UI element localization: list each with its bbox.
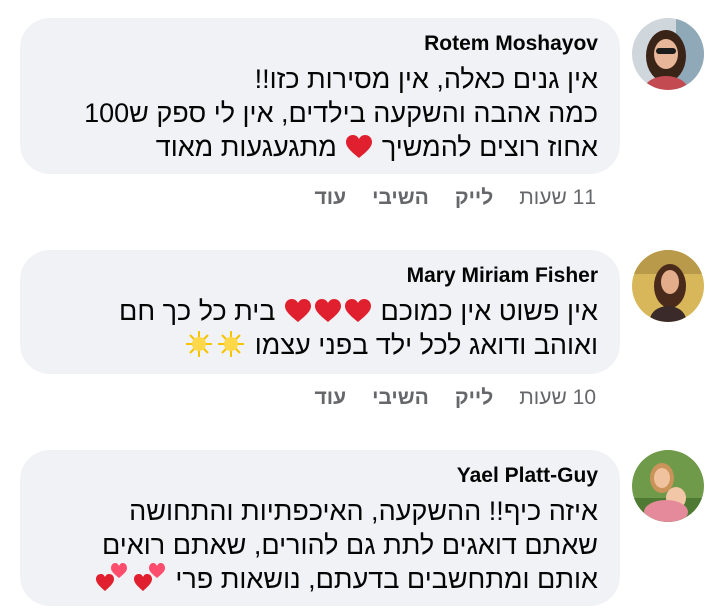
avatar[interactable] bbox=[632, 450, 704, 522]
like-button[interactable]: לייק bbox=[455, 184, 493, 212]
comment-text: אין גנים כאלה, אין מסירות כזו!! כמה אהבה… bbox=[84, 64, 598, 162]
comment-bubble: Rotem Moshayov אין גנים כאלה, אין מסירות… bbox=[20, 18, 620, 174]
avatar[interactable] bbox=[632, 18, 704, 90]
comment-bubble: Mary Miriam Fisher אין פשוט אין כמוכם בי… bbox=[20, 250, 620, 374]
like-button[interactable]: לייק bbox=[455, 384, 493, 412]
comment-author[interactable]: Mary Miriam Fisher bbox=[42, 262, 598, 290]
more-button[interactable]: עוד bbox=[315, 184, 347, 212]
reply-button[interactable]: השיבי bbox=[372, 184, 429, 212]
comment-time[interactable]: 11 שעות bbox=[519, 184, 596, 212]
more-button[interactable]: עוד bbox=[315, 384, 347, 412]
glowing-star-icon bbox=[218, 331, 245, 357]
two-hearts-icon bbox=[133, 563, 165, 591]
comment-author[interactable]: Yael Platt-Guy bbox=[42, 462, 598, 490]
heart-icon bbox=[344, 299, 371, 322]
comment-text: אין פשוט אין כמוכם בית כל כך חם ואוהב וד… bbox=[119, 296, 598, 360]
two-hearts-icon bbox=[95, 563, 127, 591]
comment-text: איזה כיף!! ההשקעה, האיכפתיות והתחושה שאת… bbox=[42, 494, 598, 596]
comment-bubble: Yael Platt-Guy איזה כיף!! ההשקעה, האיכפת… bbox=[20, 450, 620, 606]
glowing-star-icon bbox=[186, 331, 213, 357]
reply-button[interactable]: השיבי bbox=[372, 384, 429, 412]
heart-icon bbox=[284, 299, 311, 322]
comment-actions: 10 שעות לייק השיבי עוד bbox=[315, 384, 596, 412]
comment-actions: 11 שעות לייק השיבי עוד bbox=[315, 184, 596, 212]
comment-time[interactable]: 10 שעות bbox=[519, 384, 596, 412]
comment-author[interactable]: Rotem Moshayov bbox=[42, 30, 598, 58]
avatar[interactable] bbox=[632, 250, 704, 322]
heart-icon bbox=[314, 299, 341, 322]
heart-icon bbox=[346, 135, 373, 158]
